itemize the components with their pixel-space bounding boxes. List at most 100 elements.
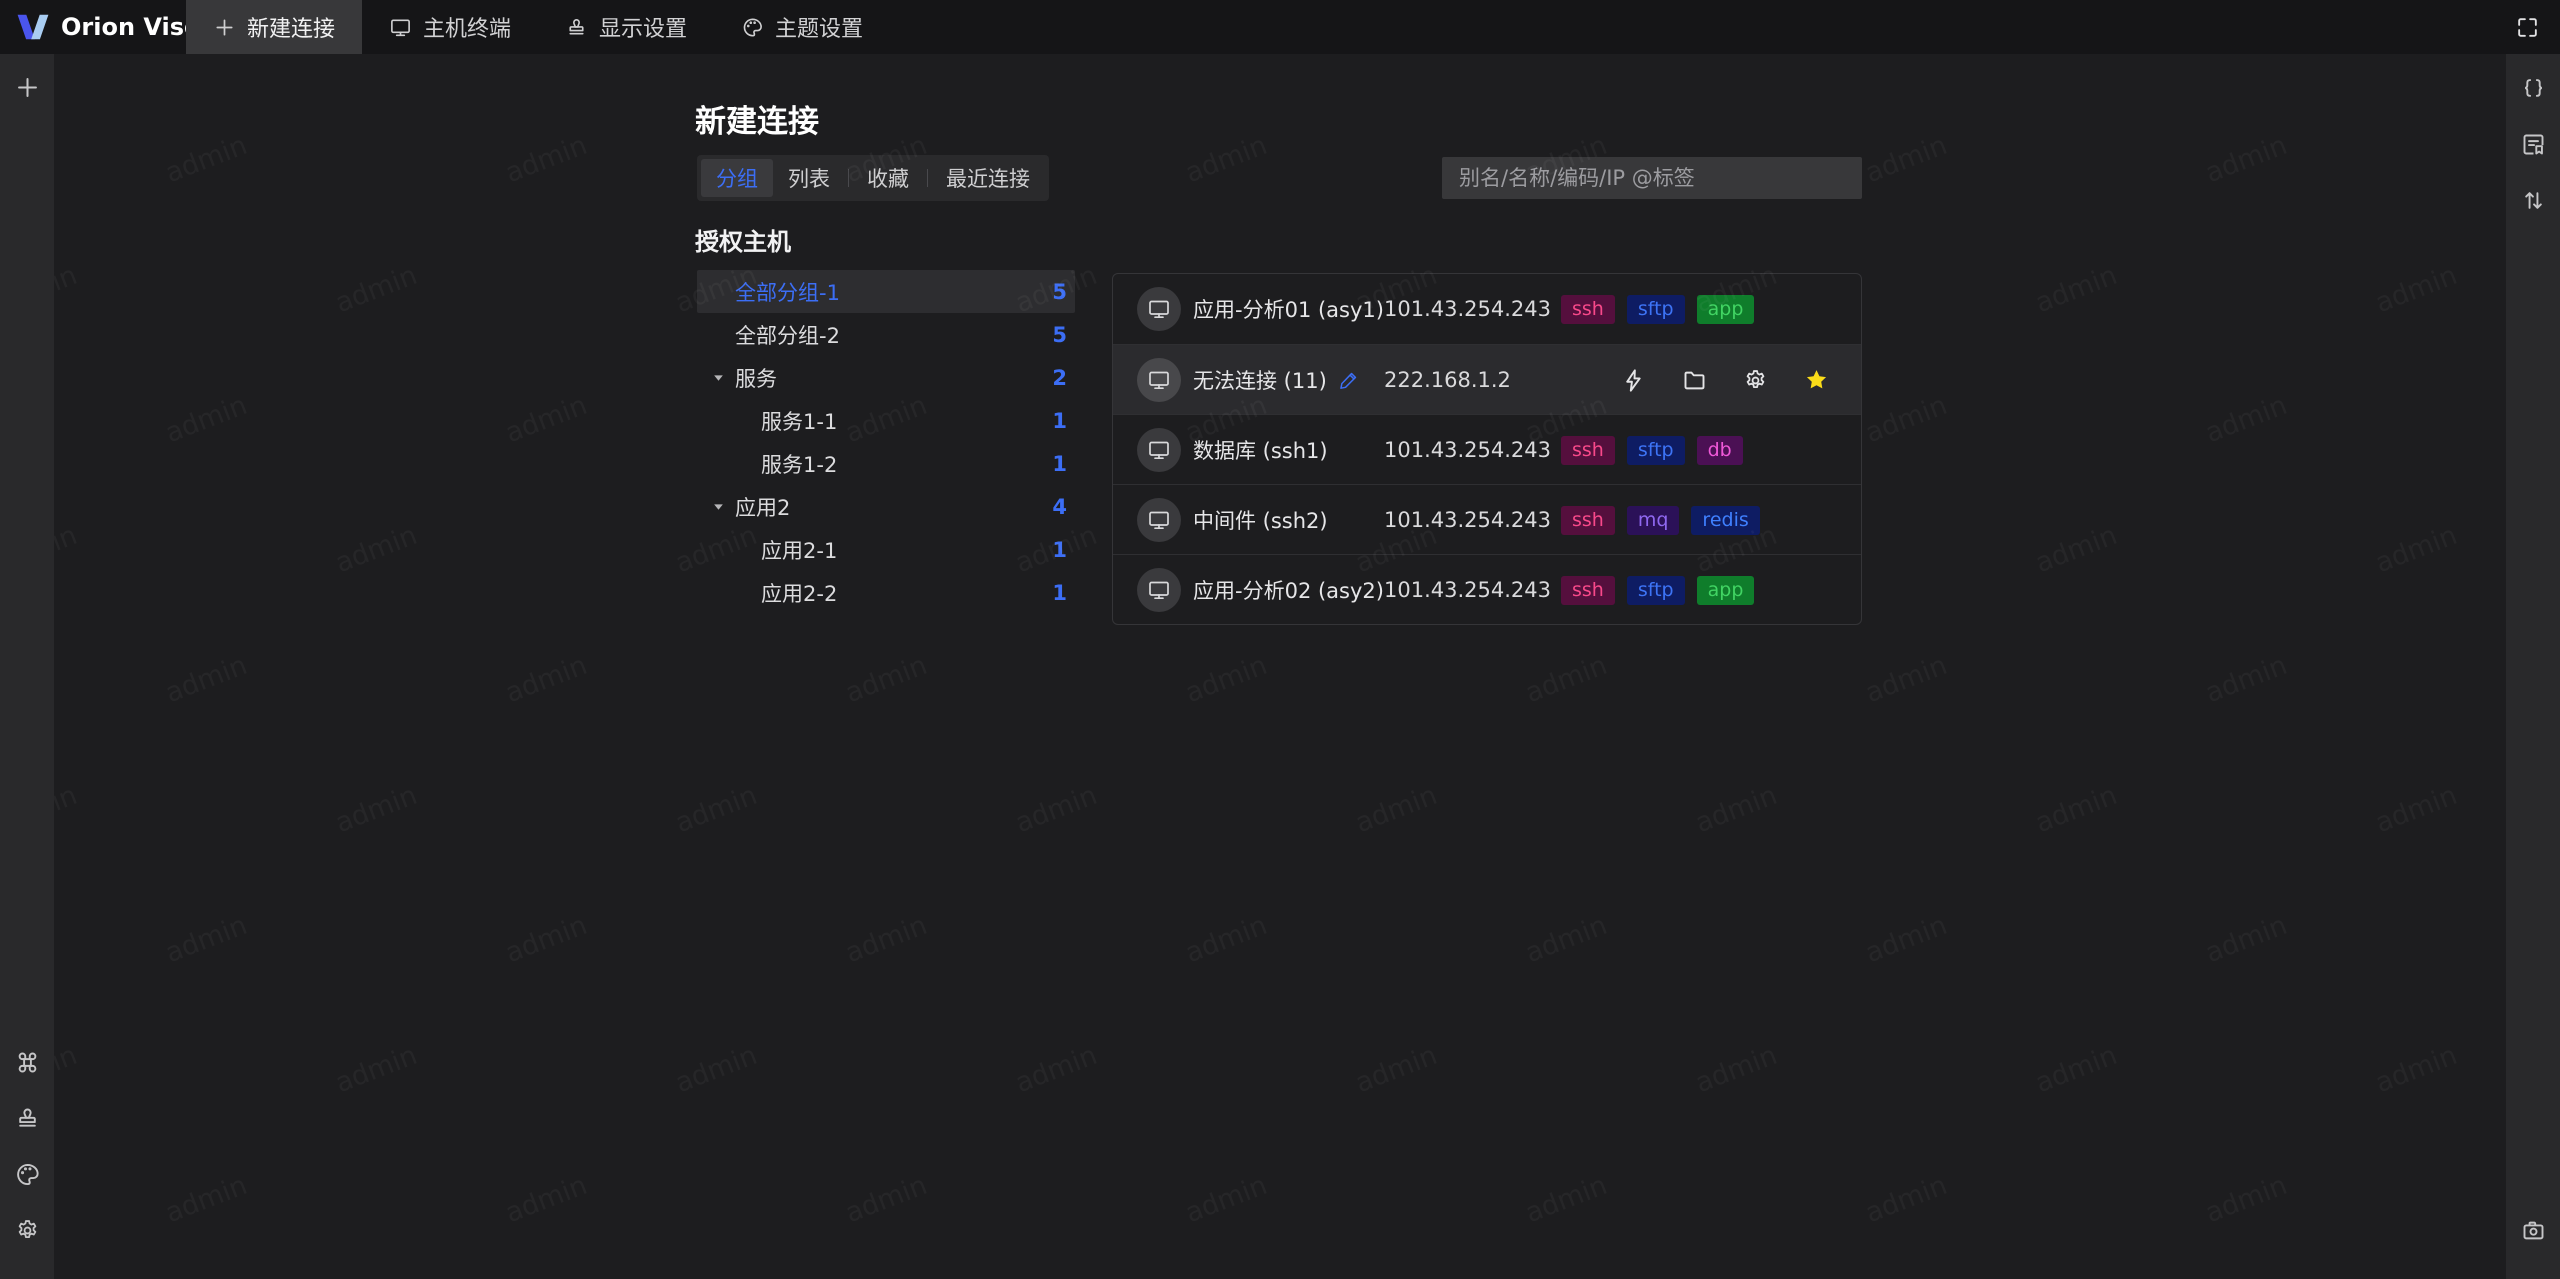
watermark-text: admin (1861, 390, 1951, 449)
tree-node[interactable]: 全部分组-2 5 (697, 313, 1075, 356)
watermark-text: admin (331, 1040, 421, 1099)
topbar: Orion Visor 新建连接 主机终端 显示设置 主题设置 (0, 0, 2560, 54)
tree-node[interactable]: 应用2-1 1 (697, 528, 1075, 571)
tree-node-count: 1 (1052, 408, 1067, 433)
stamp-icon (14, 1105, 41, 1132)
right-rail-top (2513, 68, 2553, 236)
command-rail-button[interactable] (7, 1042, 47, 1082)
tree-node[interactable]: 服务1-1 1 (697, 399, 1075, 442)
host-tags: ssh sftp app (1561, 555, 1755, 624)
host-ip: 101.43.254.243 (1384, 578, 1551, 602)
host-row[interactable]: 应用-分析02 (asy2) 101.43.254.243 ssh sftp app (1113, 554, 1861, 624)
caret-down-icon (712, 371, 725, 384)
tree-node-label: 服务1-1 (761, 409, 838, 434)
topbar-tab-3[interactable]: 显示设置 (538, 0, 714, 54)
watermark-text: admin (161, 1170, 251, 1229)
watermark-text: admin (2201, 910, 2291, 969)
brand: Orion Visor (0, 12, 212, 42)
host-ip: 222.168.1.2 (1384, 368, 1511, 392)
watermark-text: admin (1691, 780, 1781, 839)
host-name-text: 应用-分析01 (asy1) (1193, 298, 1384, 322)
caret-down-icon (712, 500, 725, 513)
tree-node-count: 2 (1052, 365, 1067, 390)
watermark-text: admin (2201, 130, 2291, 189)
camera-rail-button[interactable] (2513, 1210, 2553, 1250)
tree-node-count: 5 (1052, 279, 1067, 304)
tree-node[interactable]: 应用2 4 (697, 485, 1075, 528)
palette-icon (14, 1161, 41, 1188)
watermark-text: admin (671, 54, 761, 59)
fullscreen-button[interactable] (2509, 9, 2545, 45)
view-tab-divider (848, 169, 849, 187)
host-row[interactable]: 应用-分析01 (asy1) 101.43.254.243 ssh sftp app (1113, 274, 1861, 344)
watermark-text: admin (2031, 780, 2121, 839)
palette-icon (741, 16, 764, 39)
tree-node[interactable]: 全部分组-1 5 (697, 270, 1075, 313)
host-row[interactable]: 中间件 (ssh2) 101.43.254.243 ssh mq redis (1113, 484, 1861, 554)
watermark-text: admin (161, 390, 251, 449)
plus-icon (213, 16, 236, 39)
watermark-text: admin (2371, 54, 2461, 59)
host-tag-mq: mq (1626, 505, 1680, 535)
pencil-icon[interactable] (1338, 370, 1359, 391)
tree-node[interactable]: 服务 2 (697, 356, 1075, 399)
watermark-text: admin (2031, 260, 2121, 319)
view-tab-divider (927, 169, 928, 187)
watermark-text: admin (671, 1040, 761, 1099)
gear-rail-button[interactable] (7, 1210, 47, 1250)
sort-vertical-icon (2520, 187, 2547, 214)
tree-node-label: 服务 (735, 366, 777, 391)
host-tags: ssh mq redis (1561, 485, 1760, 555)
host-row[interactable]: 无法连接 (11) 222.168.1.2 (1113, 344, 1861, 414)
watermark-text: admin (501, 1170, 591, 1229)
host-name-text: 无法连接 (11) (1193, 369, 1327, 393)
sort-vertical-rail-button[interactable] (2513, 180, 2553, 220)
host-tag-sftp: sftp (1626, 294, 1685, 324)
watermark-text: admin (1691, 1040, 1781, 1099)
topbar-tab-1[interactable]: 新建连接 (186, 0, 363, 54)
view-tab-1[interactable]: 分组 (701, 159, 773, 197)
view-tab-4[interactable]: 最近连接 (931, 159, 1045, 197)
tree-node[interactable]: 服务1-2 1 (697, 442, 1075, 485)
host-tag-db: db (1696, 435, 1743, 465)
page-title: 新建连接 (695, 104, 819, 140)
tree-node-label: 应用2 (735, 495, 791, 520)
gear-icon (14, 1217, 41, 1244)
monitor-icon (389, 16, 412, 39)
watermark-text: admin (2031, 54, 2121, 59)
tree-node[interactable]: 应用2-2 1 (697, 571, 1075, 614)
tree-node-label: 全部分组-1 (735, 280, 840, 305)
topbar-tabs: 新建连接 主机终端 显示设置 主题设置 (186, 0, 890, 54)
gear-action-button[interactable] (1740, 365, 1770, 395)
palette-rail-button[interactable] (7, 1154, 47, 1194)
watermark-text: admin (1351, 780, 1441, 839)
tree-node-count: 1 (1052, 537, 1067, 562)
topbar-tab-2[interactable]: 主机终端 (362, 0, 538, 54)
host-row[interactable]: 数据库 (ssh1) 101.43.254.243 ssh sftp db (1113, 414, 1861, 484)
search-input[interactable] (1442, 157, 1862, 199)
watermark-text: admin (54, 54, 81, 59)
host-tag-sftp: sftp (1626, 575, 1685, 605)
host-tag-ssh: ssh (1561, 435, 1615, 465)
plus-rail-button[interactable] (7, 67, 47, 107)
folder-action-button[interactable] (1679, 365, 1709, 395)
host-ip: 101.43.254.243 (1384, 297, 1551, 321)
plus-icon (14, 74, 41, 101)
view-tab-2[interactable]: 列表 (773, 159, 845, 197)
left-sidebar (0, 54, 54, 1279)
lightning-action-button[interactable] (1618, 365, 1648, 395)
watermark-text: admin (2201, 650, 2291, 709)
host-avatar (1137, 568, 1181, 612)
watermark-text: admin (501, 910, 591, 969)
topbar-tab-4[interactable]: 主题设置 (714, 0, 890, 54)
watermark-text: admin (331, 260, 421, 319)
topbar-tab-label: 新建连接 (247, 17, 336, 42)
braces-rail-button[interactable] (2513, 68, 2553, 108)
tree-node-count: 1 (1052, 580, 1067, 605)
stamp-rail-button[interactable] (7, 1098, 47, 1138)
star-action-button[interactable] (1801, 365, 1831, 395)
host-name-text: 应用-分析02 (asy2) (1193, 579, 1384, 603)
doc-bookmark-rail-button[interactable] (2513, 124, 2553, 164)
view-tab-3[interactable]: 收藏 (852, 159, 924, 197)
gear-icon (1742, 367, 1769, 394)
